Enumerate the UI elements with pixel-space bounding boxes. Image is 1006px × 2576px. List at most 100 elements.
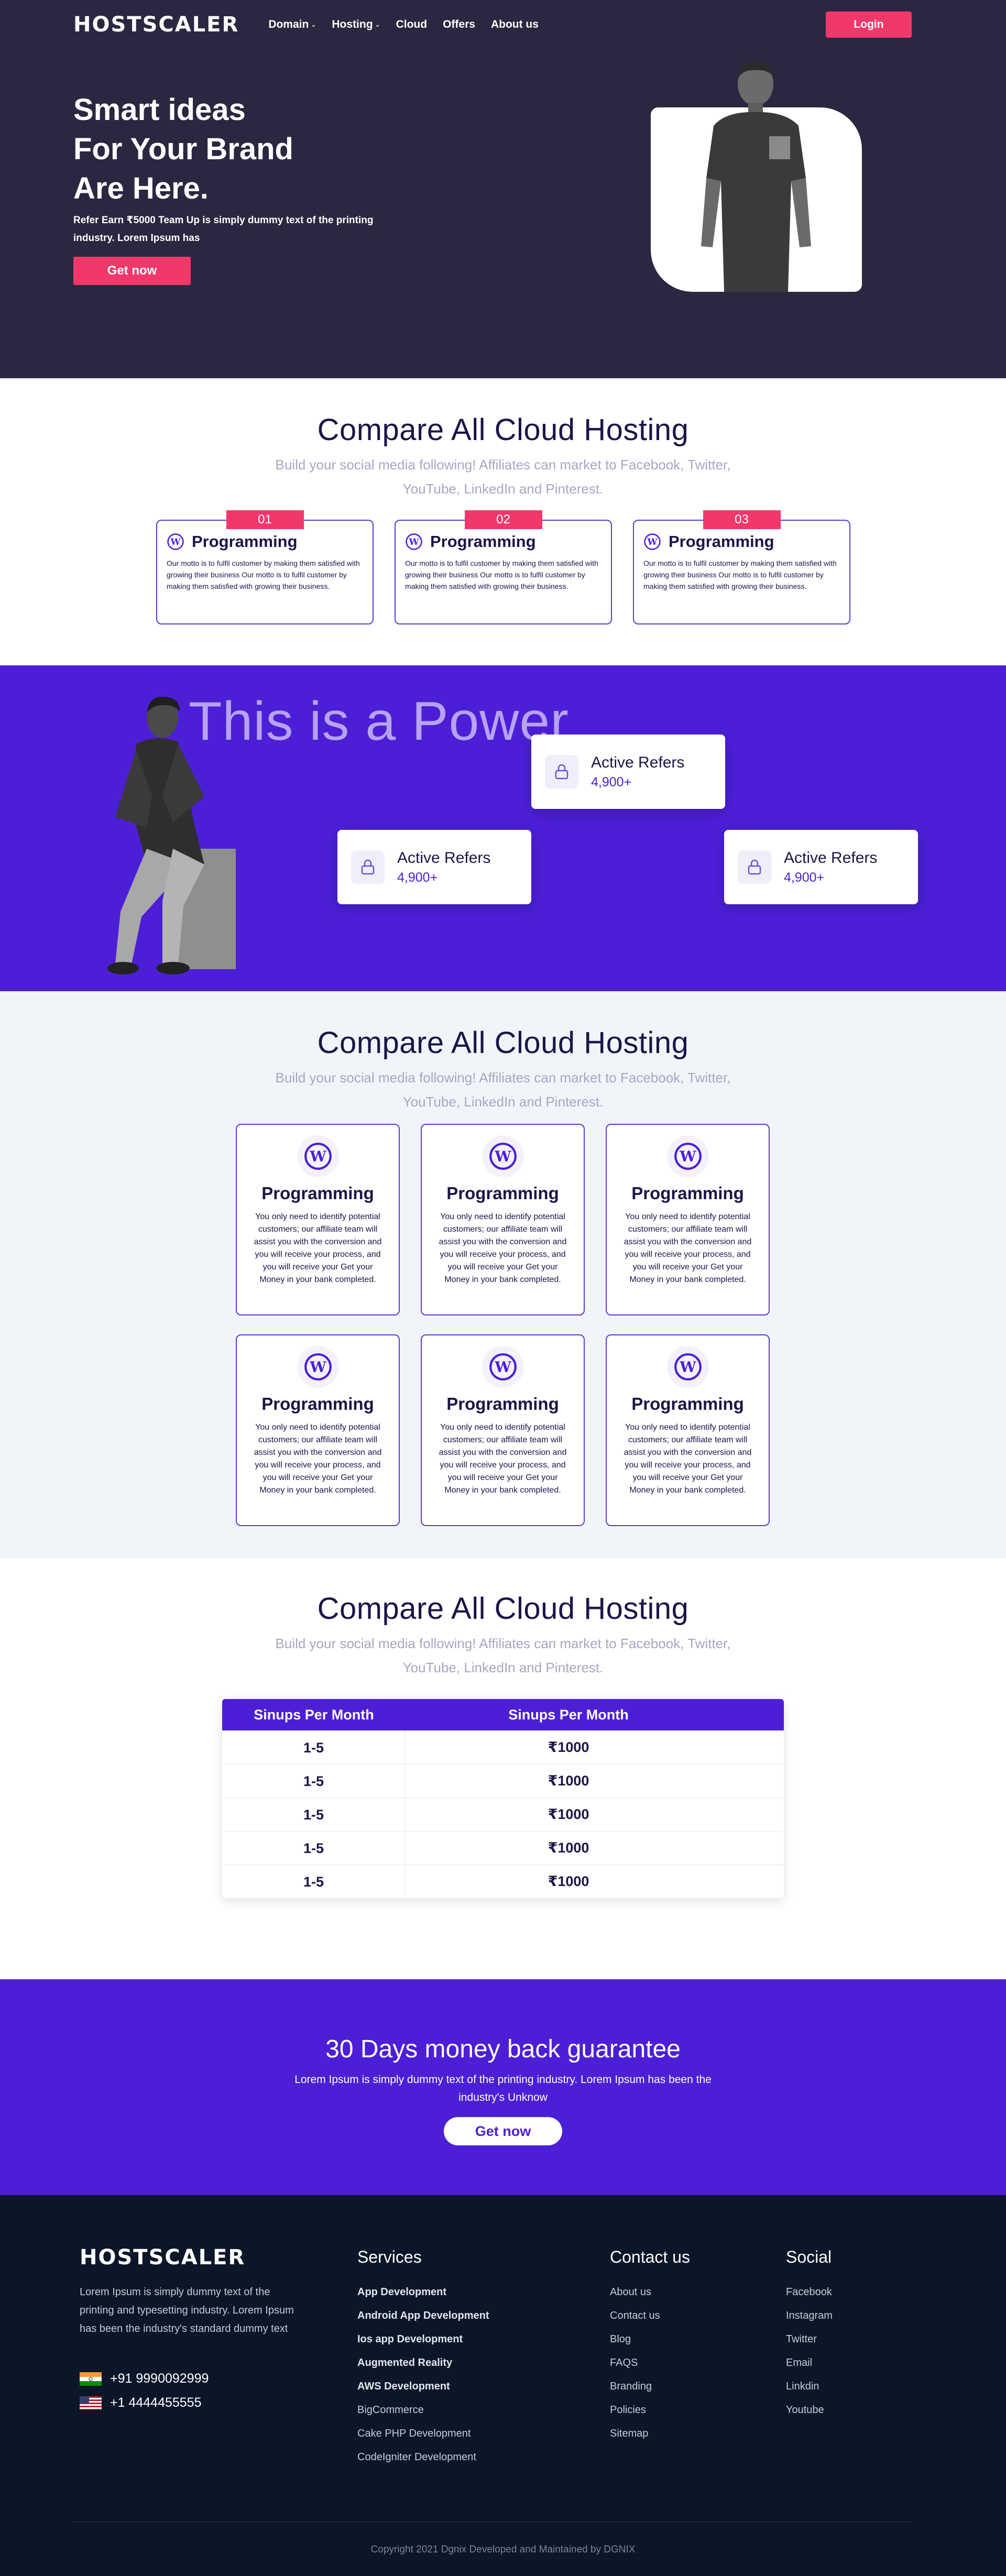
- footer-link[interactable]: Email: [786, 2351, 833, 2375]
- active-refers-card: Active Refers 4,900+: [337, 830, 531, 904]
- card-title: Programming: [446, 1183, 559, 1203]
- footer-link[interactable]: Cake PHP Development: [357, 2422, 489, 2446]
- phone-india[interactable]: +91 9990092999: [80, 2371, 209, 2386]
- lock-icon: [545, 755, 578, 788]
- site-logo[interactable]: HOSTSCALER: [73, 13, 239, 37]
- footer-logo[interactable]: HOSTSCALER: [80, 2245, 245, 2270]
- get-now-button[interactable]: Get now: [444, 2117, 562, 2145]
- usa-flag-icon: [80, 2396, 102, 2410]
- section-title: Compare All Cloud Hosting: [317, 1592, 689, 1626]
- wordpress-icon: W: [304, 1143, 332, 1170]
- footer-heading: Social: [786, 2248, 832, 2266]
- programming-card: W Programming You only need to identify …: [236, 1124, 400, 1316]
- section-title: Compare All Cloud Hosting: [317, 1026, 689, 1060]
- card-text: Our motto is to fulfil customer by makin…: [405, 559, 598, 590]
- wordpress-icon: W: [489, 1353, 517, 1380]
- guarantee-title: 30 Days money back guarantee: [325, 2035, 681, 2063]
- table-cell: ₹1000: [548, 1806, 589, 1822]
- footer-link[interactable]: Policies: [610, 2398, 690, 2422]
- footer-link[interactable]: Contact us: [610, 2304, 690, 2328]
- card-text: Our motto is to fulfil customer by makin…: [643, 559, 837, 590]
- refers-value: 4,900+: [591, 774, 632, 790]
- section-subtitle: Build your social media following! Affil…: [275, 457, 731, 497]
- table-row: 1-5 ₹1000: [222, 1730, 784, 1764]
- footer-link[interactable]: Twitter: [786, 2328, 833, 2351]
- table-cell: 1-5: [222, 1730, 406, 1764]
- top-nav: HOSTSCALER Domain ⌄ Hosting ⌄ Cloud Offers…: [73, 12, 912, 38]
- table-cell: 1-5: [222, 1831, 406, 1865]
- footer-link[interactable]: Android App Development: [357, 2304, 489, 2328]
- table-cell: ₹1000: [548, 1840, 589, 1856]
- programming-card-grid: W Programming You only need to identify …: [236, 1124, 770, 1526]
- programming-card: W Programming You only need to identify …: [236, 1334, 400, 1526]
- compare-section-table: Compare All Cloud Hosting Build your soc…: [0, 1559, 1006, 1979]
- svg-text:W: W: [647, 537, 658, 547]
- wordpress-icon: W: [167, 533, 184, 550]
- chevron-down-icon: ⌄: [375, 21, 380, 28]
- copyright: Copyright 2021 Dgnix Developed and Maint…: [370, 2544, 636, 2555]
- section-subtitle: Build your social media following! Affil…: [275, 1636, 731, 1675]
- refers-label: Active Refers: [784, 849, 878, 867]
- footer-link[interactable]: Youtube: [786, 2398, 833, 2422]
- footer-link[interactable]: Augmented Reality: [357, 2351, 489, 2375]
- compare-section-grid: Compare All Cloud Hosting Build your soc…: [0, 991, 1006, 1559]
- feature-card: 03 W Programming Our motto is to fulfil c…: [633, 510, 850, 624]
- svg-text:W: W: [170, 537, 181, 547]
- footer-link[interactable]: Instagram: [786, 2304, 833, 2328]
- refers-value: 4,900+: [397, 870, 438, 885]
- nav-item-hosting[interactable]: Hosting ⌄: [332, 18, 380, 31]
- footer-link[interactable]: Facebook: [786, 2281, 833, 2304]
- active-refers-card: Active Refers 4,900+: [531, 735, 725, 809]
- table-cell: ₹1000: [548, 1773, 589, 1789]
- card-number-badge: 01: [226, 510, 304, 529]
- card-text: You only need to identify potential cust…: [439, 1423, 567, 1495]
- india-flag-icon: [80, 2372, 102, 2386]
- footer-link[interactable]: Blog: [610, 2328, 690, 2351]
- get-now-button[interactable]: Get now: [73, 257, 191, 285]
- wordpress-icon: W: [674, 1143, 702, 1170]
- nav-item-offers[interactable]: Offers: [443, 18, 475, 31]
- hero-person-image: [701, 61, 811, 292]
- programming-card: W Programming You only need to identify …: [421, 1124, 585, 1316]
- svg-text:W: W: [494, 1148, 511, 1165]
- footer-link[interactable]: AWS Development: [357, 2375, 489, 2398]
- refers-label: Active Refers: [397, 849, 491, 867]
- nav-item-cloud[interactable]: Cloud: [396, 18, 427, 31]
- footer-about: Lorem Ipsum is simply dummy text of the …: [80, 2286, 294, 2334]
- refers-label: Active Refers: [591, 753, 685, 771]
- footer-services: Services App Development Android App Dev…: [357, 2248, 489, 2469]
- hero-title: Smart ideas For Your Brand Are Here.: [73, 93, 293, 205]
- card-text: Our motto is to fulfil customer by makin…: [167, 559, 360, 590]
- footer-link[interactable]: Ios app Development: [357, 2328, 489, 2351]
- footer-link[interactable]: About us: [610, 2281, 690, 2304]
- footer-link[interactable]: Branding: [610, 2375, 690, 2398]
- phone-usa[interactable]: +1 4444455555: [80, 2395, 202, 2410]
- wordpress-icon: W: [644, 533, 661, 550]
- table-row: 1-5 ₹1000: [222, 1797, 784, 1832]
- table-cell: 1-5: [222, 1797, 406, 1832]
- table-row: 1-5 ₹1000: [222, 1831, 784, 1865]
- feature-card: 01 W Programming Our motto is to fulfil c…: [156, 510, 374, 624]
- card-text: You only need to identify potential cust…: [254, 1423, 382, 1495]
- card-text: You only need to identify potential cust…: [254, 1212, 382, 1284]
- programming-card: W Programming You only need to identify …: [421, 1334, 585, 1526]
- footer-contact: Contact us About us Contact us Blog FAQS…: [610, 2248, 690, 2446]
- footer-link[interactable]: App Development: [357, 2281, 489, 2304]
- footer-link[interactable]: Sitemap: [610, 2422, 690, 2446]
- footer-link[interactable]: FAQS: [610, 2351, 690, 2375]
- wordpress-icon: W: [304, 1353, 332, 1380]
- wordpress-icon: W: [406, 533, 422, 550]
- phone-number: +1 4444455555: [110, 2395, 202, 2410]
- lock-icon: [351, 850, 385, 884]
- power-section: This is a Power Active Refers 4,900+ Acti…: [0, 665, 1006, 991]
- footer-heading: Contact us: [610, 2248, 690, 2266]
- nav-item-domain[interactable]: Domain ⌄: [268, 18, 316, 31]
- card-text: You only need to identify potential cust…: [439, 1212, 567, 1284]
- nav-item-about[interactable]: About us: [491, 18, 539, 31]
- footer-link[interactable]: CodeIgniter Development: [357, 2446, 489, 2469]
- hero-text: Refer Earn ₹5000 Team Up is simply dummy…: [73, 215, 374, 244]
- footer-link[interactable]: BigCommerce: [357, 2398, 489, 2422]
- login-button[interactable]: Login: [826, 12, 912, 38]
- active-refers-card: Active Refers 4,900+: [724, 830, 918, 904]
- footer-link[interactable]: Linkdin: [786, 2375, 833, 2398]
